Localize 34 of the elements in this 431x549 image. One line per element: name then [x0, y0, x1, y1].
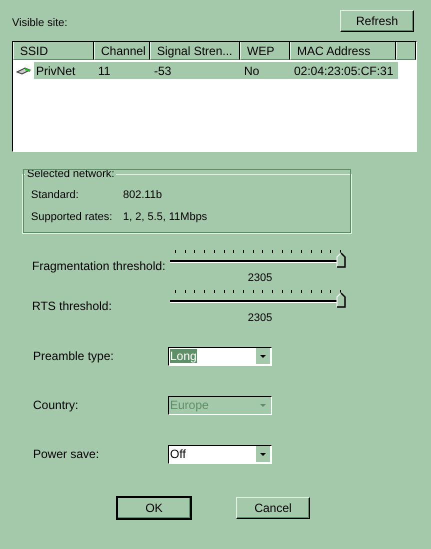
group-title: Selected network:	[26, 168, 116, 180]
dropdown[interactable]: Off	[168, 444, 272, 464]
network-row[interactable]: PrivNet 11 -53 No 02:04:23:05:CF:31	[34, 62, 398, 79]
column-header[interactable]: SSID	[13, 42, 94, 60]
slider-thumb[interactable]	[336, 252, 346, 268]
table-cell-text: PrivNet	[35, 64, 76, 78]
dialog-button[interactable]: OK	[117, 497, 191, 519]
visible-site-label: Visible site:	[12, 17, 68, 29]
table-cell-text: -53	[153, 64, 172, 78]
dropdown[interactable]: Long	[168, 346, 272, 366]
column-header[interactable]: MAC Address	[290, 42, 396, 60]
dropdown-label: Power save:	[33, 447, 100, 461]
table-cell-text: No	[243, 64, 260, 78]
table-cell-text: 02:04:23:05:CF:31	[293, 64, 394, 78]
column-header[interactable]: WEP	[240, 42, 290, 60]
network-card-icon	[16, 66, 32, 76]
field-label: Supported rates:	[31, 211, 114, 223]
slider-label: Fragmentation threshold:	[32, 258, 166, 275]
dropdown-label: Preamble type:	[33, 349, 115, 363]
column-header	[396, 42, 416, 60]
table-cell-text: 11	[97, 64, 112, 78]
refresh-button[interactable]: Refresh	[340, 10, 414, 32]
dialog-button[interactable]: Cancel	[236, 497, 310, 519]
slider-thumb[interactable]	[336, 292, 346, 308]
slider-value: 2305	[248, 272, 272, 284]
slider-value: 2305	[248, 312, 272, 324]
field-value: 1, 2, 5.5, 11Mbps	[123, 211, 208, 223]
column-header[interactable]: Channel	[94, 42, 150, 60]
slider-label: RTS threshold:	[32, 298, 113, 315]
dropdown-label: Country:	[33, 398, 80, 412]
field-value: 802.11b	[123, 189, 162, 201]
column-header[interactable]: Signal Stren...	[150, 42, 240, 60]
field-label: Standard:	[31, 189, 80, 201]
network-list[interactable]: SSID Channel Signal Stren... WEP MAC Address PrivNet 11 -53 No 02:04:23:05:CF:31	[12, 41, 417, 152]
